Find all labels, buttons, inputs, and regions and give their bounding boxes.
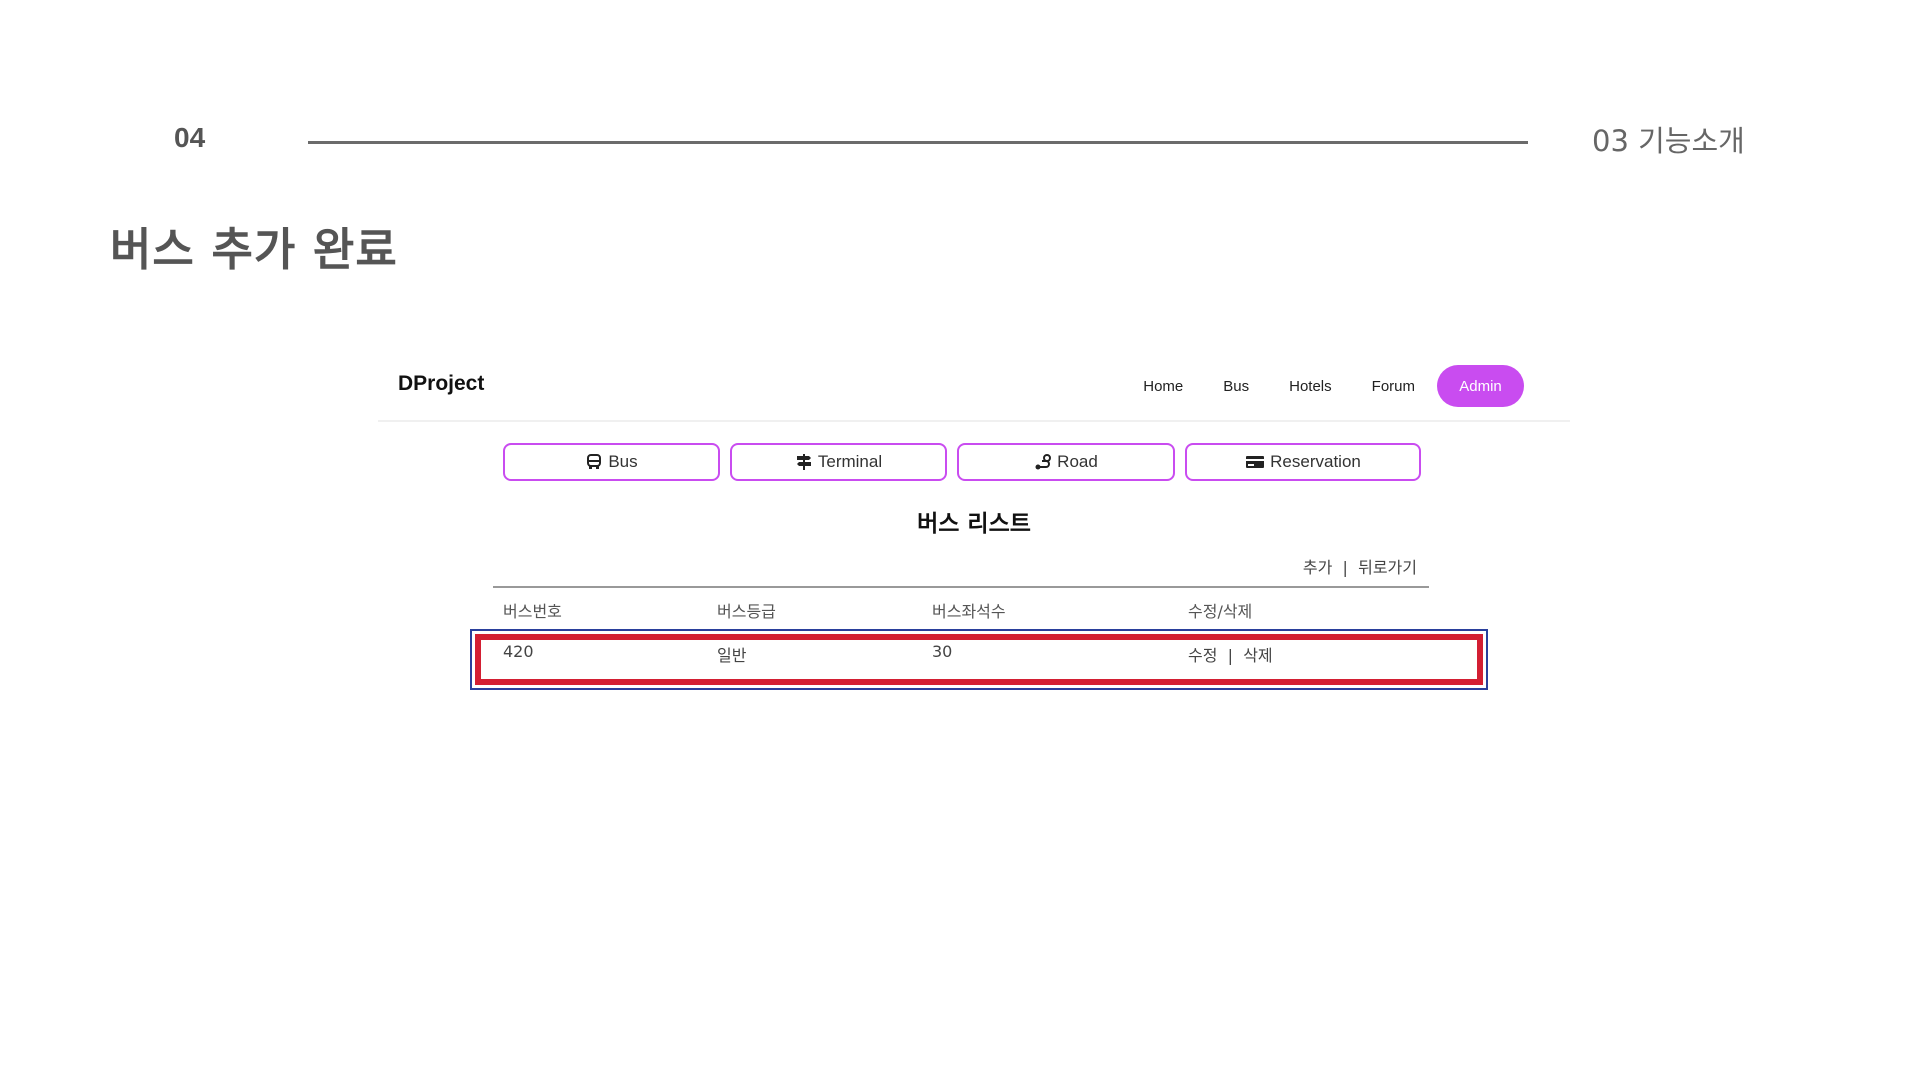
bus-icon [585, 453, 603, 471]
table-row: 420 일반 30 수정 | 삭제 [378, 642, 1570, 672]
slide-number: 04 [174, 122, 206, 153]
nav-admin-button[interactable]: Admin [1437, 365, 1524, 407]
brand-logo[interactable]: DProject [398, 372, 484, 396]
tab-terminal[interactable]: Terminal [730, 443, 947, 481]
slide-title: 버스 추가 완료 [110, 223, 398, 276]
delete-link[interactable]: 삭제 [1243, 646, 1272, 665]
tab-road-label: Road [1057, 452, 1098, 471]
back-link[interactable]: 뒤로가기 [1358, 558, 1417, 577]
cell-seats: 30 [932, 642, 953, 661]
section-label: 03 기능소개 [1592, 124, 1745, 158]
top-navbar: DProject Home Bus Hotels Forum Admin [378, 352, 1570, 422]
tab-terminal-label: Terminal [817, 452, 883, 471]
cell-actions: 수정 | 삭제 [1188, 642, 1273, 666]
column-header-grade: 버스등급 [717, 602, 776, 621]
tab-bus-label: Bus [608, 452, 638, 471]
add-link[interactable]: 추가 [1303, 558, 1332, 577]
tab-road[interactable]: Road [957, 443, 1175, 481]
edit-link[interactable]: 수정 [1188, 646, 1217, 665]
column-header-actions: 수정/삭제 [1188, 602, 1253, 621]
tab-reservation[interactable]: Reservation [1185, 443, 1421, 481]
cell-grade: 일반 [717, 646, 747, 665]
cell-bus-no: 420 [503, 642, 534, 661]
header-divider [308, 141, 1528, 144]
nav-menu: Home Bus Hotels Forum Admin [1103, 365, 1524, 407]
app-screenshot: DProject Home Bus Hotels Forum Admin Bus… [378, 352, 1570, 702]
column-header-seats: 버스좌석수 [932, 602, 1006, 621]
admin-tabs: Bus Terminal Road Reservation [503, 443, 1431, 481]
row-action-separator: | [1222, 646, 1239, 665]
card-icon [1245, 454, 1265, 470]
list-title: 버스 리스트 [917, 511, 1031, 537]
nav-home[interactable]: Home [1143, 378, 1183, 395]
nav-forum[interactable]: Forum [1372, 378, 1415, 395]
route-icon [1034, 453, 1052, 471]
nav-bus[interactable]: Bus [1223, 378, 1249, 395]
table-divider [493, 586, 1429, 588]
nav-hotels[interactable]: Hotels [1289, 378, 1332, 395]
table-header: 버스번호 버스등급 버스좌석수 수정/삭제 [378, 598, 1570, 624]
tab-reservation-label: Reservation [1270, 452, 1361, 471]
list-actions: 추가 | 뒤로가기 [1303, 554, 1417, 578]
column-header-bus-no: 버스번호 [503, 602, 562, 621]
tab-bus[interactable]: Bus [503, 443, 720, 481]
signpost-icon [795, 453, 813, 471]
action-separator: | [1337, 558, 1354, 577]
